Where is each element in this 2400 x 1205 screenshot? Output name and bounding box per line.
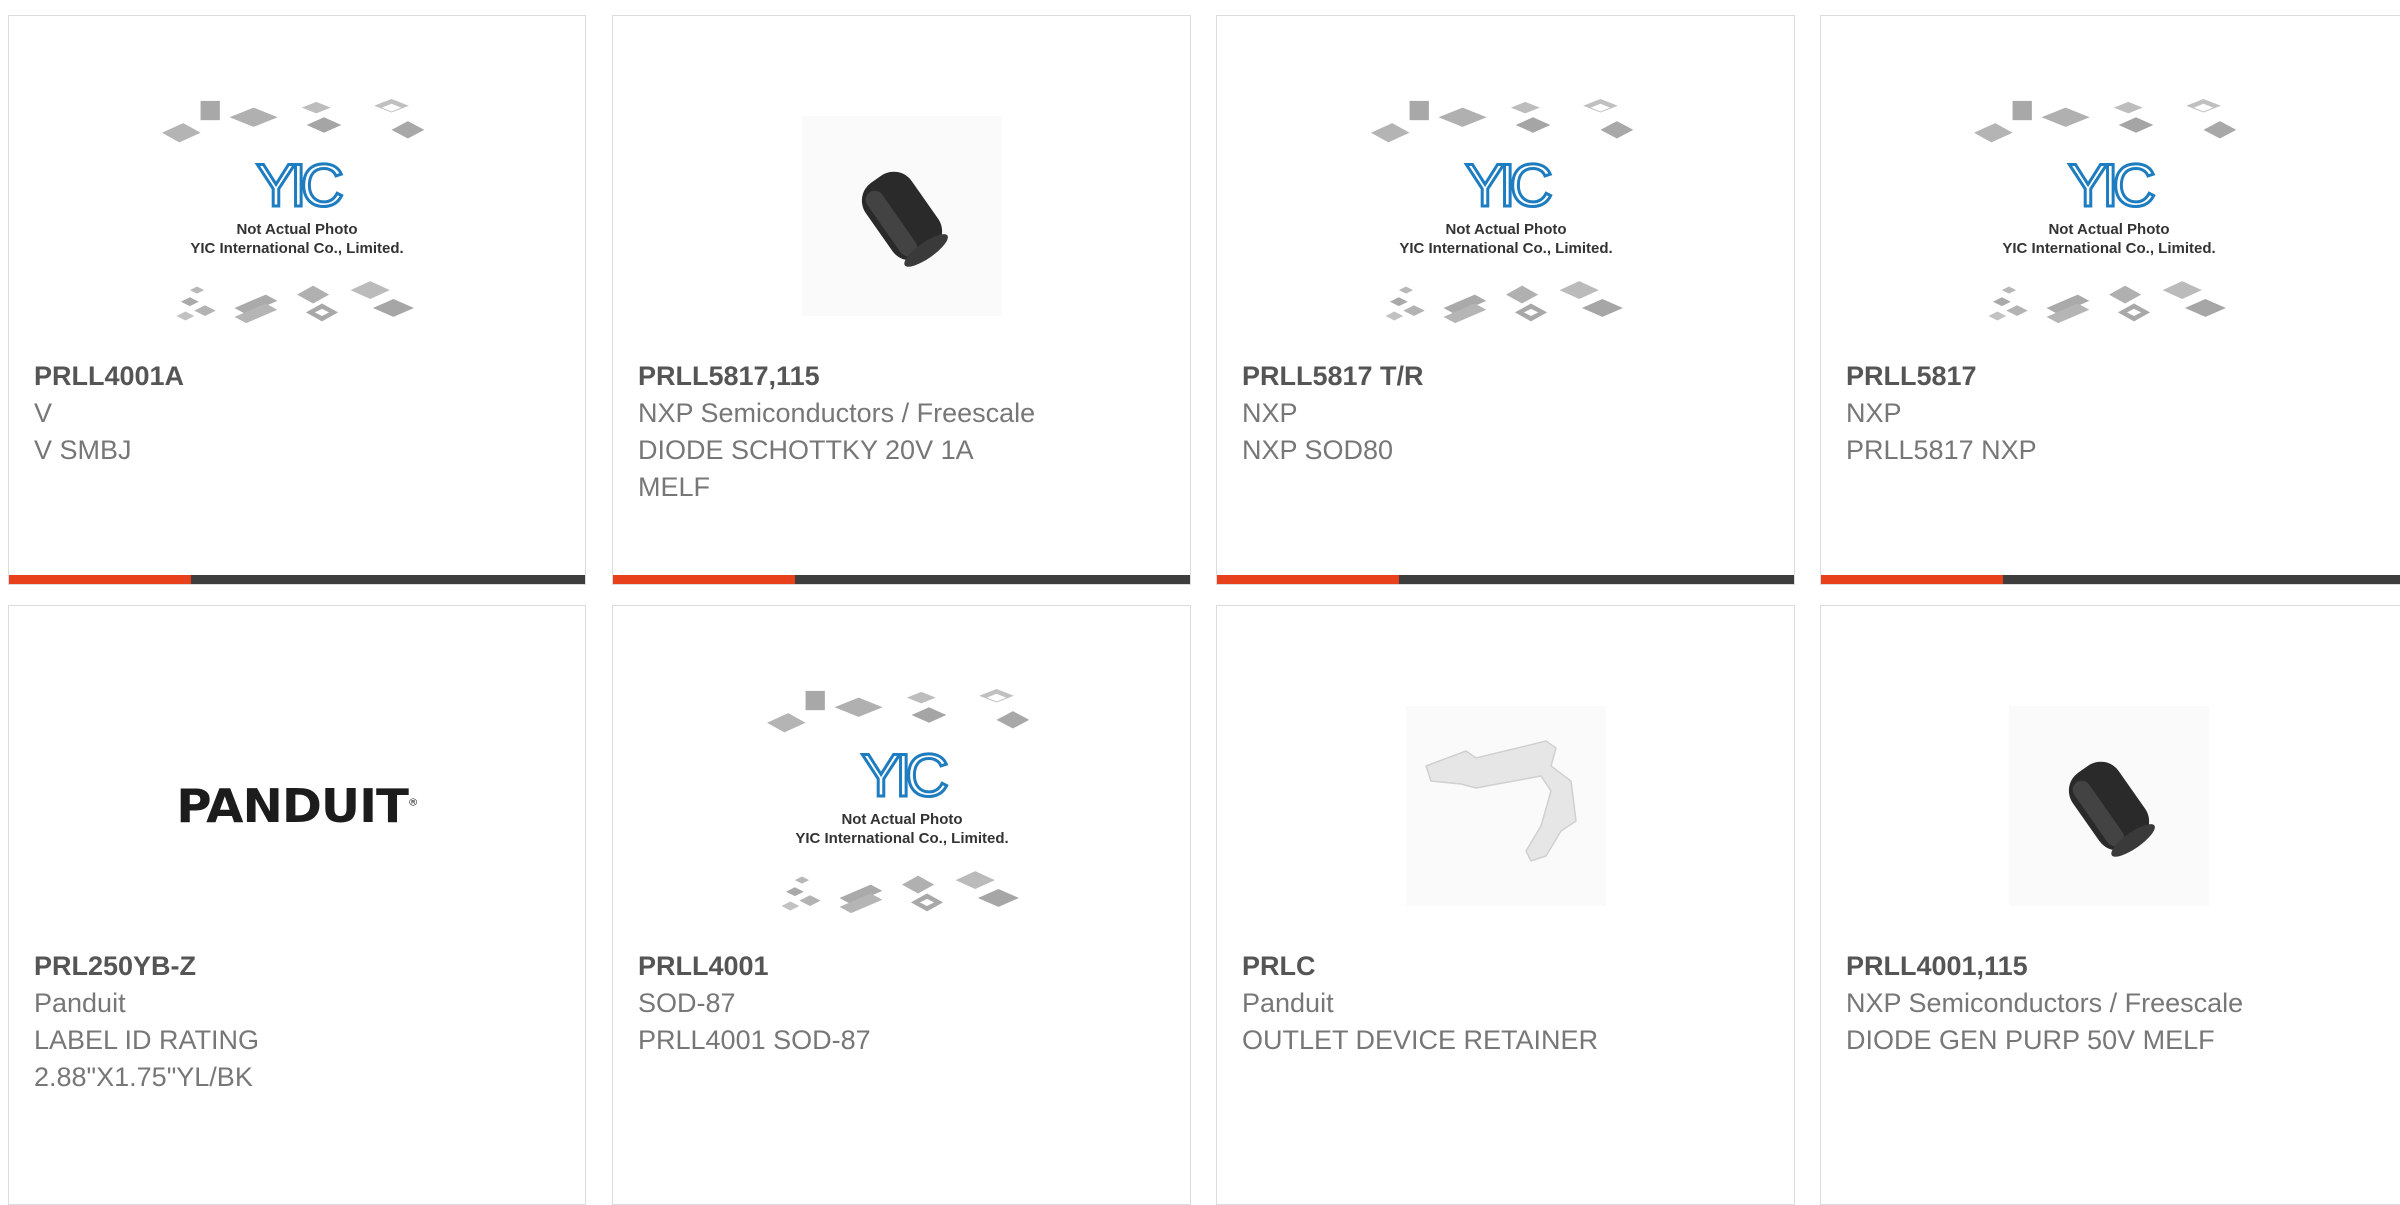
description: PRLL5817 NXP xyxy=(1846,435,2037,465)
description: DIODE GEN PURP 50V MELF xyxy=(1846,1025,2215,1055)
part-number[interactable]: PRLL5817 xyxy=(1846,357,2389,395)
manufacturer: NXP Semiconductors / Freescale xyxy=(638,398,1036,428)
part-number[interactable]: PRLL4001 xyxy=(638,947,1170,985)
product-card[interactable]: YIC Not Actual Photo YIC International C… xyxy=(612,605,1191,1205)
description: OUTLET DEVICE RETAINER xyxy=(1242,1025,1599,1055)
accent-bar xyxy=(1217,575,1399,584)
not-actual-photo-image: YIC Not Actual Photo YIC International C… xyxy=(766,688,1029,914)
accent-bar xyxy=(9,575,191,584)
product-image: YIC Not Actual Photo YIC International C… xyxy=(1821,96,2397,336)
manufacturer: NXP xyxy=(1846,398,1902,428)
product-card[interactable]: PANDUIT® PRL250YB-Z Panduit LABEL ID RAT… xyxy=(8,605,586,1205)
part-number[interactable]: PRLL4001A xyxy=(34,357,565,395)
manufacturer: SOD-87 xyxy=(638,988,736,1018)
yic-logo-icon: YIC xyxy=(1464,152,1551,219)
product-card[interactable]: YIC Not Actual Photo YIC International C… xyxy=(1820,15,2400,585)
product-card[interactable]: PRLC Panduit OUTLET DEVICE RETAINER xyxy=(1216,605,1795,1205)
accent-bar xyxy=(613,575,795,584)
card-footer-bar xyxy=(9,575,585,584)
yic-logo-icon: YIC xyxy=(860,742,947,809)
not-actual-photo-image: YIC Not Actual Photo YIC International C… xyxy=(1974,98,2237,324)
product-image xyxy=(1217,686,1794,926)
description: NXP SOD80 xyxy=(1242,435,1394,465)
product-card[interactable]: PRLL4001,115 NXP Semiconductors / Freesc… xyxy=(1820,605,2400,1205)
placeholder-line-2: YIC International Co., Limited. xyxy=(190,240,403,257)
placeholder-line-1: Not Actual Photo xyxy=(841,811,962,828)
product-image: PANDUIT® xyxy=(9,686,585,926)
placeholder-line-2: YIC International Co., Limited. xyxy=(795,830,1008,847)
panduit-logo: PANDUIT® xyxy=(176,779,418,833)
yic-logo-icon: YIC xyxy=(256,152,343,219)
not-actual-photo-image: YIC Not Actual Photo YIC International C… xyxy=(162,98,425,324)
card-footer-bar xyxy=(1217,575,1794,584)
product-card[interactable]: YIC Not Actual Photo YIC International C… xyxy=(1216,15,1795,585)
manufacturer: V xyxy=(34,398,53,428)
placeholder-line-1: Not Actual Photo xyxy=(1445,221,1566,238)
part-number[interactable]: PRLL4001,115 xyxy=(1846,947,2389,985)
description: V SMBJ xyxy=(34,435,132,465)
product-image xyxy=(613,96,1190,336)
placeholder-line-1: Not Actual Photo xyxy=(2048,221,2169,238)
product-grid: YIC Not Actual Photo YIC International C… xyxy=(0,0,2400,1205)
product-image: YIC Not Actual Photo YIC International C… xyxy=(9,96,585,336)
part-number[interactable]: PRLL5817,115 xyxy=(638,357,1170,395)
card-footer-bar xyxy=(613,575,1190,584)
description: LABEL ID RATING 2.88"X1.75"YL/BK xyxy=(34,1025,260,1092)
product-card[interactable]: YIC Not Actual Photo YIC International C… xyxy=(8,15,586,585)
product-image: YIC Not Actual Photo YIC International C… xyxy=(1217,96,1794,336)
outlet-retainer-image xyxy=(1405,706,1606,906)
manufacturer: Panduit xyxy=(34,988,126,1018)
manufacturer: NXP Semiconductors / Freescale xyxy=(1846,988,2244,1018)
part-number[interactable]: PRLC xyxy=(1242,947,1774,985)
melf-diode-image xyxy=(2009,706,2209,906)
product-card[interactable]: PRLL5817,115 NXP Semiconductors / Freesc… xyxy=(612,15,1191,585)
not-actual-photo-image: YIC Not Actual Photo YIC International C… xyxy=(1370,98,1633,324)
product-image xyxy=(1821,686,2397,926)
melf-diode-image xyxy=(801,116,1002,316)
accent-bar xyxy=(1821,575,2003,584)
part-number[interactable]: PRL250YB-Z xyxy=(34,947,565,985)
description: DIODE SCHOTTKY 20V 1A MELF xyxy=(638,435,974,502)
product-image: YIC Not Actual Photo YIC International C… xyxy=(613,686,1190,926)
placeholder-line-1: Not Actual Photo xyxy=(236,221,357,238)
manufacturer: NXP xyxy=(1242,398,1298,428)
card-footer-bar xyxy=(1821,575,2400,584)
placeholder-line-2: YIC International Co., Limited. xyxy=(2002,240,2215,257)
description: PRLL4001 SOD-87 xyxy=(638,1025,871,1055)
placeholder-line-2: YIC International Co., Limited. xyxy=(1399,240,1612,257)
part-number[interactable]: PRLL5817 T/R xyxy=(1242,357,1774,395)
yic-logo-icon: YIC xyxy=(2068,152,2155,219)
manufacturer: Panduit xyxy=(1242,988,1334,1018)
